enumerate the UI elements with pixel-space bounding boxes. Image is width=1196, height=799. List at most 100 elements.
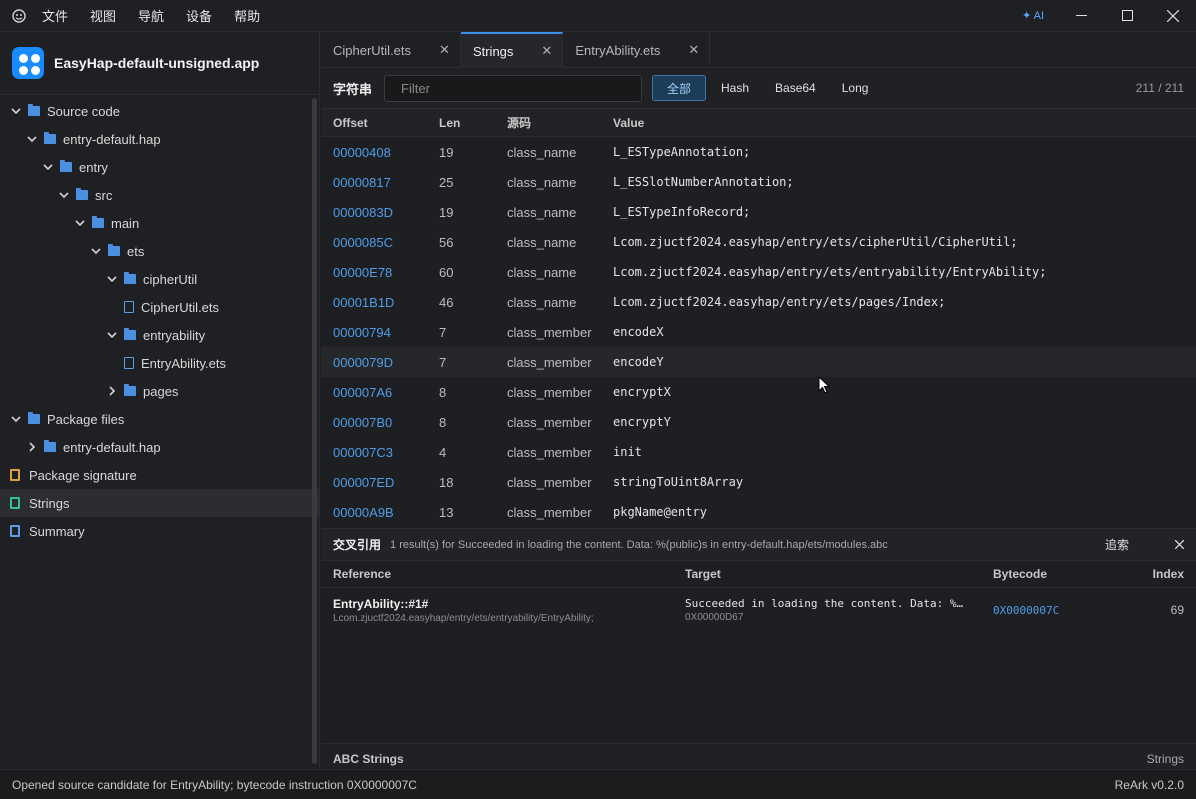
tree-item[interactable]: entryability <box>0 321 319 349</box>
close-xref-button[interactable] <box>1174 537 1185 552</box>
col-len[interactable]: Len <box>439 116 507 130</box>
tree-item[interactable]: cipherUtil <box>0 265 319 293</box>
offset-link[interactable]: 000007A6 <box>321 385 439 400</box>
table-row[interactable]: 000007C3 4 class_member init <box>321 437 1196 467</box>
chevron-down-icon[interactable] <box>106 329 118 341</box>
offset-link[interactable]: 00000794 <box>321 325 439 340</box>
table-row[interactable]: 00001B1D 46 class_name Lcom.zjuctf2024.easy… <box>321 287 1196 317</box>
chevron-down-icon[interactable] <box>74 217 86 229</box>
offset-link[interactable]: 000007ED <box>321 475 439 490</box>
table-row[interactable]: 0000085C 56 class_name Lcom.zjuctf2024.easy… <box>321 227 1196 257</box>
xref-row[interactable]: EntryAbility::#1# Lcom.zjuctf2024.easyha… <box>321 588 1196 632</box>
offset-link[interactable]: 000007B0 <box>321 415 439 430</box>
chevron-down-icon[interactable] <box>26 133 38 145</box>
close-icon[interactable]: ✕ <box>439 42 450 58</box>
value-cell: encodeX <box>613 325 664 339</box>
status-bar: Opened source candidate for EntryAbility… <box>0 769 1196 799</box>
length-cell: 4 <box>439 444 447 460</box>
tab-label: EntryAbility.ets <box>575 42 661 58</box>
offset-link[interactable]: 00000A9B <box>321 505 439 520</box>
tree-item[interactable]: CipherUtil.ets <box>0 293 319 321</box>
tree-item[interactable]: entry-default.hap <box>0 433 319 461</box>
filter-base64-button[interactable]: Base64 <box>762 75 829 101</box>
tab-entryability[interactable]: EntryAbility.ets ✕ <box>563 32 711 68</box>
xref-bytecode-link[interactable]: 0X0000007C <box>993 604 1129 617</box>
col-target[interactable]: Target <box>685 567 993 581</box>
tree-item[interactable]: ets <box>0 237 319 265</box>
offset-link[interactable]: 00000817 <box>321 175 439 190</box>
table-row[interactable]: 0000079D 7 class_member encodeY <box>321 347 1196 377</box>
table-row[interactable]: 00000E78 60 class_name Lcom.zjuctf2024.easy… <box>321 257 1196 287</box>
offset-link[interactable]: 000007C3 <box>321 445 439 460</box>
chevron-down-icon[interactable] <box>58 189 70 201</box>
chevron-down-icon[interactable] <box>42 161 54 173</box>
tree-item[interactable]: Source code <box>0 97 319 125</box>
value-cell: encryptX <box>613 385 671 399</box>
menu-file[interactable]: 文件 <box>42 6 68 25</box>
folder-icon <box>92 216 104 228</box>
table-row[interactable]: 00000794 7 class_member encodeX <box>321 317 1196 347</box>
offset-link[interactable]: 0000079D <box>321 355 439 370</box>
table-row[interactable]: 000007A6 8 class_member encryptX <box>321 377 1196 407</box>
chevron-down-icon[interactable] <box>10 105 22 117</box>
tree-item[interactable]: src <box>0 181 319 209</box>
filter-long-button[interactable]: Long <box>829 75 882 101</box>
menu-navigate[interactable]: 导航 <box>138 6 164 25</box>
close-icon[interactable]: ✕ <box>541 43 552 59</box>
strings-toolbar: 字符串 全部 Hash Base64 Long 211 / 211 <box>321 68 1196 109</box>
tab-strings[interactable]: Strings ✕ <box>460 32 564 68</box>
table-row[interactable]: 0000083D 19 class_name L_ESTypeInfoRecord; <box>321 197 1196 227</box>
menu-view[interactable]: 视图 <box>90 6 116 25</box>
col-value[interactable]: Value <box>613 116 1196 130</box>
offset-link[interactable]: 0000085C <box>321 235 439 250</box>
ai-button[interactable]: ✦ AI <box>1022 9 1044 22</box>
maximize-button[interactable] <box>1104 0 1150 32</box>
tree-item[interactable]: entry-default.hap <box>0 125 319 153</box>
chevron-down-icon[interactable] <box>106 273 118 285</box>
menu-device[interactable]: 设备 <box>186 6 212 25</box>
tree-item[interactable]: entry <box>0 153 319 181</box>
tree-item[interactable]: pages <box>0 377 319 405</box>
maximize-icon <box>1121 10 1133 21</box>
offset-link[interactable]: 00000408 <box>321 145 439 160</box>
table-row[interactable]: 000007ED 18 class_member stringToUint8Array <box>321 467 1196 497</box>
filter-hash-button[interactable]: Hash <box>708 75 762 101</box>
chevron-down-icon[interactable] <box>90 245 102 257</box>
chevron-right-icon[interactable] <box>106 385 118 397</box>
folder-icon <box>124 328 136 340</box>
length-cell: 8 <box>439 414 447 430</box>
close-icon[interactable]: ✕ <box>688 42 699 58</box>
sidebar-scrollbar[interactable] <box>312 98 317 764</box>
menu-help[interactable]: 帮助 <box>234 6 260 25</box>
offset-link[interactable]: 00000E78 <box>321 265 439 280</box>
table-row[interactable]: 00000A9B 13 class_member pkgName@entry <box>321 497 1196 527</box>
trace-button[interactable]: 追索 <box>1105 536 1129 553</box>
tab-cipherutil[interactable]: CipherUtil.ets ✕ <box>321 32 461 68</box>
col-source[interactable]: 源码 <box>507 114 613 131</box>
tab-label: CipherUtil.ets <box>333 42 412 58</box>
tree-item[interactable]: Package signature <box>0 461 319 489</box>
table-row[interactable]: 00000408 19 class_name L_ESTypeAnnotation; <box>321 137 1196 167</box>
tree-item[interactable]: Summary <box>0 517 319 545</box>
col-reference[interactable]: Reference <box>321 567 685 581</box>
chevron-right-icon[interactable] <box>26 441 38 453</box>
tree-item-label: CipherUtil.ets <box>141 299 220 315</box>
chevron-down-icon[interactable] <box>10 413 22 425</box>
close-window-button[interactable] <box>1150 0 1196 32</box>
filter-all-button[interactable]: 全部 <box>652 75 707 101</box>
offset-link[interactable]: 0000083D <box>321 205 439 220</box>
filter-input[interactable] <box>384 74 643 102</box>
table-row[interactable]: 00000817 25 class_name L_ESSlotNumberAnnota… <box>321 167 1196 197</box>
tree-item[interactable]: Package files <box>0 405 319 433</box>
tree-item[interactable]: Strings <box>0 489 319 517</box>
col-offset[interactable]: Offset <box>321 116 439 130</box>
tree-item[interactable]: EntryAbility.ets <box>0 349 319 377</box>
col-index[interactable]: Index <box>1129 567 1196 581</box>
col-bytecode[interactable]: Bytecode <box>993 567 1129 581</box>
tree-item[interactable]: main <box>0 209 319 237</box>
offset-link[interactable]: 00001B1D <box>321 295 439 310</box>
source-cell: class_name <box>507 264 577 280</box>
tree-item-label: ets <box>127 243 145 259</box>
minimize-button[interactable] <box>1058 0 1104 32</box>
table-row[interactable]: 000007B0 8 class_member encryptY <box>321 407 1196 437</box>
